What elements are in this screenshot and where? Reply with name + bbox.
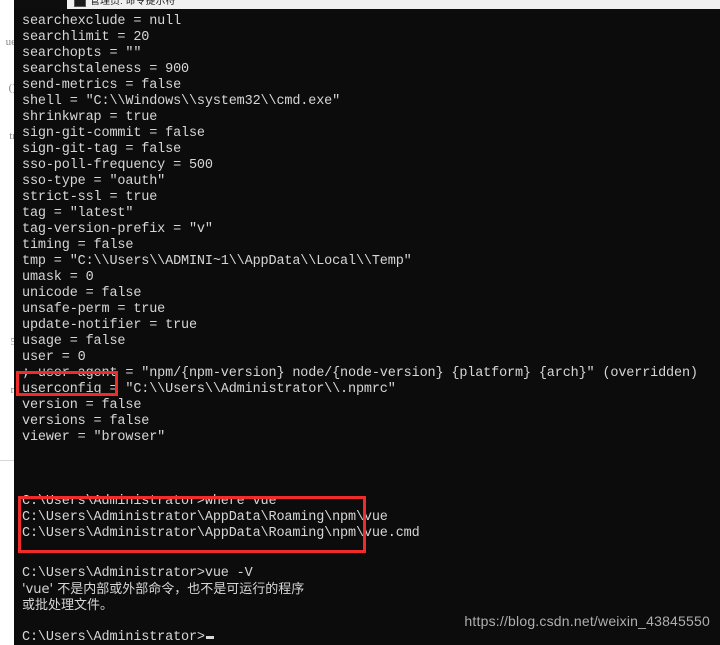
console-line: searchexclude = null <box>22 14 182 29</box>
prompt-text: C:\Users\Administrator> <box>22 630 205 645</box>
title-bar-content: 管理员: 命令提示符 <box>74 0 176 9</box>
watermark-url: https://blog.csdn.net/weixin_43845550 <box>464 613 710 629</box>
console-output-area[interactable]: searchexclude = null searchlimit = 20 se… <box>14 9 720 645</box>
console-line: sign-git-tag = false <box>22 142 182 157</box>
console-line: searchlimit = 20 <box>22 30 150 45</box>
console-line: update-notifier = true <box>22 318 197 333</box>
title-bar-left-cap <box>14 0 67 9</box>
console-line: tmp = "C:\\Users\\ADMINI~1\\AppData\\Loc… <box>22 254 412 269</box>
console-line: searchstaleness = 900 <box>22 62 189 77</box>
console-line: unicode = false <box>22 286 142 301</box>
console-line: usage = false <box>22 334 126 349</box>
console-line: unsafe-perm = true <box>22 302 166 317</box>
console-line: sso-poll-frequency = 500 <box>22 158 213 173</box>
terminal-icon <box>74 0 86 7</box>
console-line: tag-version-prefix = "v" <box>22 222 213 237</box>
console-line: versions = false <box>22 414 150 429</box>
console-line: viewer = "browser" <box>22 430 166 445</box>
text-cursor <box>205 636 214 639</box>
console-line: sso-type = "oauth" <box>22 174 166 189</box>
console-line: shrinkwrap = true <box>22 110 158 125</box>
console-line-user-agent: ; user-agent = "npm/{npm-version} node/{… <box>22 366 698 381</box>
console-line: tag = "latest" <box>22 206 134 221</box>
console-line: sign-git-commit = false <box>22 126 205 141</box>
window-title: 管理员: 命令提示符 <box>90 0 176 7</box>
console-line-error: 或批处理文件。 <box>22 598 114 613</box>
console-line: shell = "C:\\Windows\\system32\\cmd.exe" <box>22 94 341 109</box>
console-line: user = 0 <box>22 350 86 365</box>
window-title-bar[interactable]: 管理员: 命令提示符 <box>14 0 720 9</box>
console-prompt-vue-version: C:\Users\Administrator>vue -V <box>22 566 253 581</box>
console-line-userconfig: userconfig = "C:\\Users\\Administrator\\… <box>22 382 396 397</box>
console-line: umask = 0 <box>22 270 94 285</box>
console-line: searchopts = "" <box>22 46 142 61</box>
console-line-where-result: C:\Users\Administrator\AppData\Roaming\n… <box>22 510 388 525</box>
console-line: strict-ssl = true <box>22 190 158 205</box>
console-prompt-where-vue: C:\Users\Administrator>where vue <box>22 494 277 509</box>
console-line-where-result: C:\Users\Administrator\AppData\Roaming\n… <box>22 526 420 541</box>
console-line-error: 'vue' 不是内部或外部命令，也不是可运行的程序 <box>22 582 305 597</box>
console-line: version = false <box>22 398 142 413</box>
console-line: timing = false <box>22 238 134 253</box>
page-left-margin <box>0 0 14 645</box>
console-final-prompt: C:\Users\Administrator> <box>22 630 214 645</box>
command-prompt-window[interactable]: 管理员: 命令提示符 searchexclude = null searchli… <box>14 0 720 645</box>
console-line: send-metrics = false <box>22 78 182 93</box>
